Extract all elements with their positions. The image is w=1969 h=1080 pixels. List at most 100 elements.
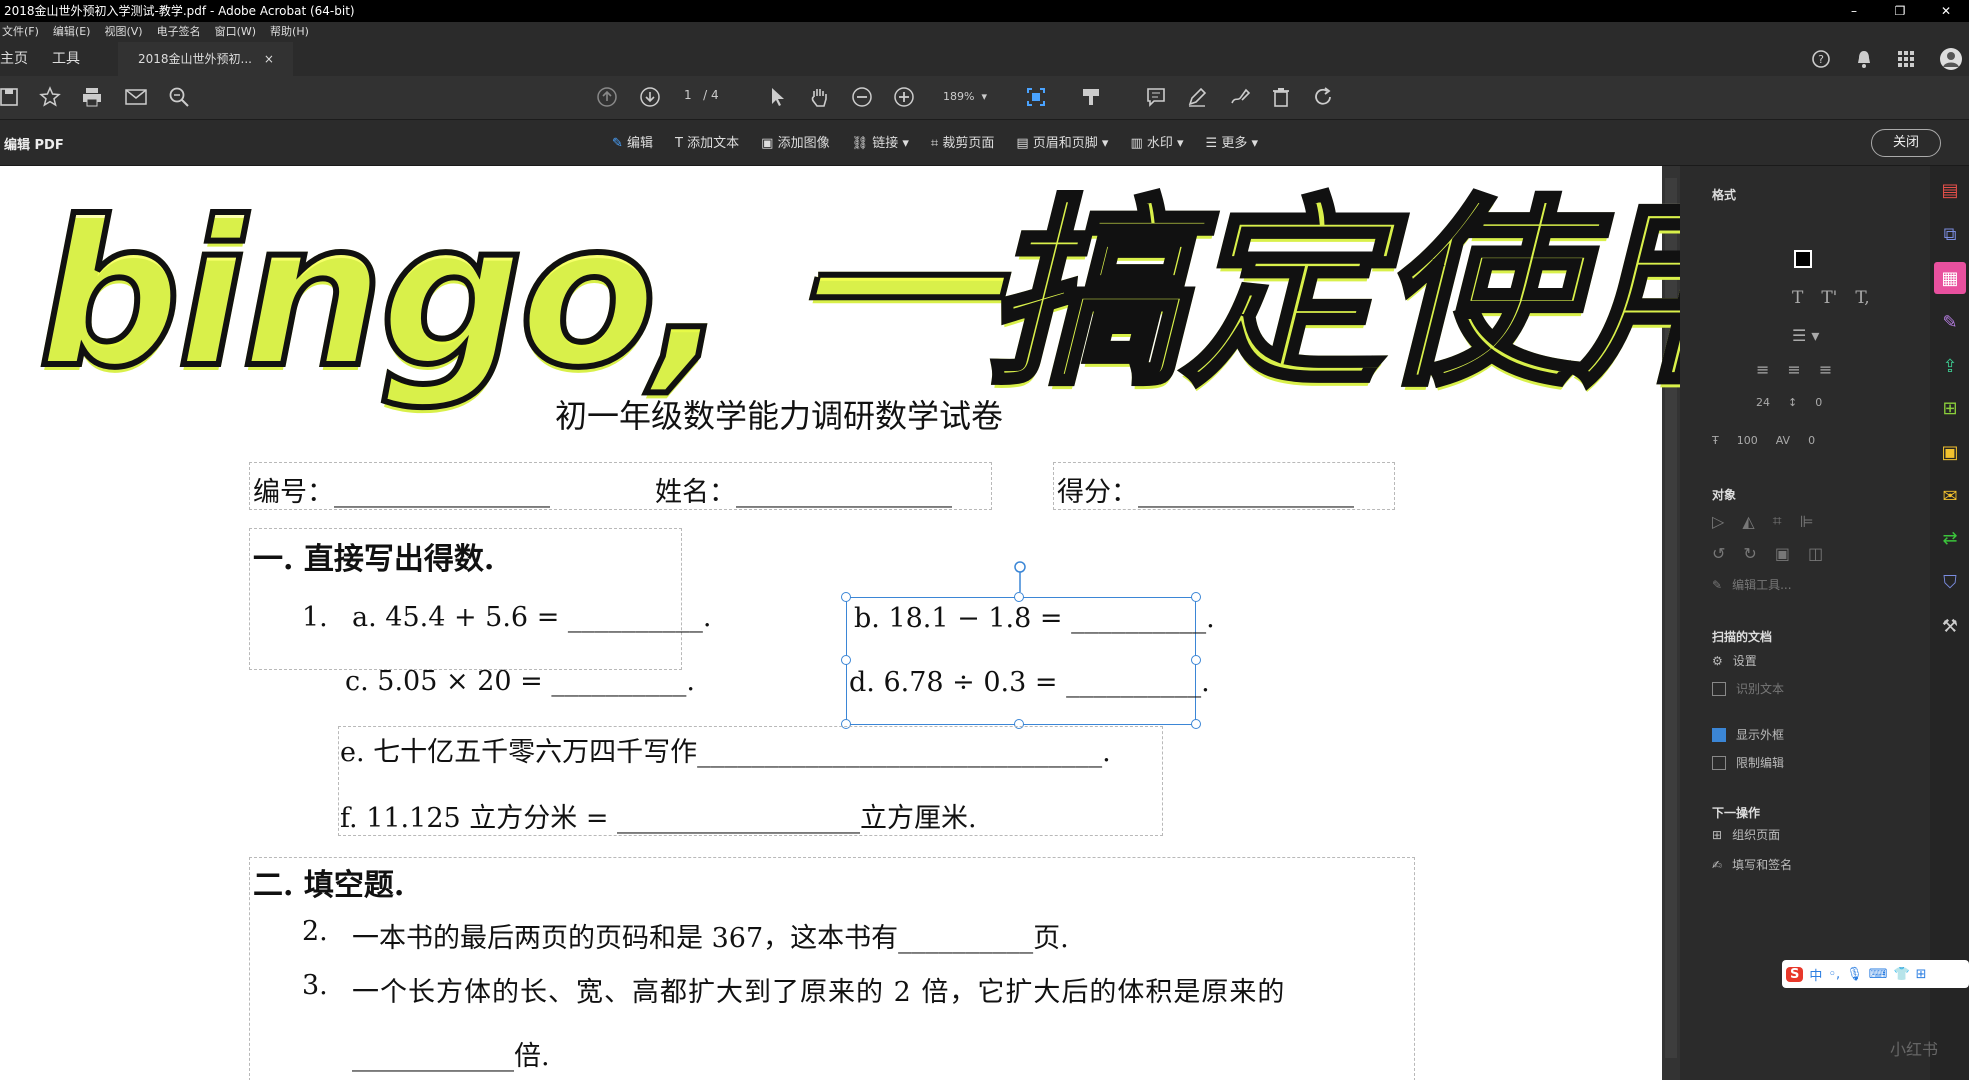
close-edit-button[interactable]: 关闭 bbox=[1871, 129, 1941, 157]
page-current[interactable]: 1 bbox=[684, 88, 692, 102]
comment-tool-icon[interactable]: ✉ bbox=[1938, 484, 1962, 508]
zoom-level[interactable]: 189% ▾ bbox=[943, 90, 987, 103]
create-pdf-icon[interactable]: ▤ bbox=[1938, 178, 1962, 202]
print-icon[interactable] bbox=[79, 84, 105, 110]
zoom-in-icon[interactable] bbox=[891, 84, 917, 110]
section2-heading[interactable]: 二. 填空题. bbox=[253, 860, 404, 904]
replace-image-icon[interactable]: ▣ bbox=[1775, 544, 1790, 563]
ime-logo[interactable]: S bbox=[1786, 966, 1804, 982]
delete-trash-icon[interactable] bbox=[1268, 84, 1294, 110]
text-subscript-icon[interactable]: T, bbox=[1855, 288, 1869, 308]
save-icon[interactable] bbox=[0, 84, 22, 110]
text-normal-icon[interactable]: T bbox=[1792, 288, 1803, 308]
email-icon[interactable] bbox=[123, 84, 149, 110]
numbered-list-icon[interactable]: ☰ ▾ bbox=[1792, 326, 1819, 345]
justify-icon[interactable]: ≡ bbox=[1819, 360, 1832, 379]
q2-text[interactable]: 一本书的最后两页的页码和是 367，这本书有__________页. bbox=[352, 916, 1069, 955]
tab-document[interactable]: 2018金山世外预初... × bbox=[118, 42, 293, 76]
align-objects-icon[interactable]: ⊫ bbox=[1800, 512, 1814, 531]
edit-tool-watermark[interactable]: ▥ 水印 ▾ bbox=[1130, 132, 1183, 151]
text-superscript-icon[interactable]: T' bbox=[1821, 288, 1837, 308]
edit-using-row[interactable]: ✎ 编辑工具... bbox=[1712, 576, 1792, 593]
flip-horizontal-icon[interactable]: ▷ bbox=[1712, 512, 1724, 531]
fit-page-icon[interactable] bbox=[1023, 84, 1049, 110]
organize-icon[interactable]: ⊞ bbox=[1938, 396, 1962, 420]
protect-icon[interactable]: ⛉ bbox=[1938, 570, 1962, 594]
q2-number[interactable]: 2. bbox=[302, 916, 328, 947]
q1a-text[interactable]: a. 45.4 + 5.6 = __________. bbox=[352, 602, 711, 633]
menu-edit[interactable]: 编辑(E) bbox=[53, 22, 91, 42]
maximize-button[interactable]: ❐ bbox=[1877, 0, 1923, 22]
edit-tool-more[interactable]: ☰ 更多 ▾ bbox=[1206, 132, 1258, 151]
q1e-text[interactable]: e. 七十亿五千零六万四千写作_________________________… bbox=[340, 730, 1111, 769]
q3-continuation[interactable]: ____________倍. bbox=[352, 1034, 550, 1073]
settings-row[interactable]: ⚙ 设置 bbox=[1712, 652, 1757, 669]
select-pointer-icon[interactable] bbox=[765, 84, 791, 110]
zoom-out-icon[interactable] bbox=[849, 84, 875, 110]
recognize-text-row[interactable]: 识别文本 bbox=[1712, 680, 1784, 697]
crop-icon[interactable]: ⌗ bbox=[1773, 511, 1782, 531]
apps-grid-icon[interactable] bbox=[1897, 50, 1915, 68]
show-outline-row[interactable]: 显示外框 bbox=[1712, 726, 1784, 743]
q1-number[interactable]: 1. bbox=[302, 602, 328, 633]
edit-tool-add-text[interactable]: T 添加文本 bbox=[675, 132, 739, 151]
field-number[interactable]: 编号：________________ bbox=[253, 470, 550, 509]
edit-tool-link[interactable]: ⛓ 链接 ▾ bbox=[852, 132, 909, 151]
resize-handle-br[interactable] bbox=[1191, 719, 1201, 729]
restrict-edit-checkbox[interactable] bbox=[1712, 755, 1726, 770]
avatar-icon[interactable] bbox=[1939, 47, 1963, 71]
close-window-button[interactable]: ✕ bbox=[1923, 0, 1969, 22]
q1f-text[interactable]: f. 11.125 立方分米 = __________________立方厘米. bbox=[340, 796, 977, 835]
pen-draw-icon[interactable] bbox=[1184, 84, 1210, 110]
enhance-scan-icon[interactable]: ▣ bbox=[1938, 440, 1962, 464]
menu-esign[interactable]: 电子签名 bbox=[157, 22, 201, 42]
fill-sign-row[interactable]: ✍ 填写和签名 bbox=[1712, 856, 1792, 873]
organize-pages-row[interactable]: ⊞ 组织页面 bbox=[1712, 826, 1780, 843]
recognize-text-checkbox[interactable] bbox=[1712, 681, 1726, 696]
combine-files-icon[interactable]: ⧉ bbox=[1938, 222, 1962, 246]
highlight-icon[interactable] bbox=[1078, 84, 1104, 110]
export-pdf-icon[interactable]: ⇪ bbox=[1938, 354, 1962, 378]
tab-close-icon[interactable]: × bbox=[264, 52, 274, 66]
ime-skin-icon[interactable]: 👕 bbox=[1893, 967, 1909, 982]
ime-punct-icon[interactable]: ◦, bbox=[1828, 967, 1840, 982]
sign-icon[interactable] bbox=[1227, 84, 1253, 110]
field-score[interactable]: 得分：________________ bbox=[1057, 470, 1354, 509]
search-icon[interactable] bbox=[166, 84, 192, 110]
menu-view[interactable]: 视图(V) bbox=[104, 22, 142, 42]
char-spacing-value[interactable]: 0 bbox=[1808, 434, 1815, 447]
edit-tool-crop[interactable]: ⌗ 裁剪页面 bbox=[931, 132, 994, 151]
rotate-handle-icon[interactable] bbox=[1012, 560, 1028, 592]
more-tools-icon[interactable]: ⚒ bbox=[1938, 614, 1962, 638]
page-indicator[interactable]: 1 / 4 bbox=[684, 88, 719, 102]
line-spacing-icon[interactable]: ↕ bbox=[1788, 396, 1797, 409]
menu-window[interactable]: 窗口(W) bbox=[215, 22, 256, 42]
resize-handle-tr[interactable] bbox=[1191, 592, 1201, 602]
ime-mic-icon[interactable]: 🎙 bbox=[1846, 967, 1863, 982]
ime-grid-icon[interactable]: ⊞ bbox=[1916, 967, 1927, 982]
char-spacing-icon[interactable]: AV bbox=[1776, 434, 1790, 447]
arrange-icon[interactable]: ◫ bbox=[1808, 544, 1823, 563]
font-color-swatch[interactable] bbox=[1794, 250, 1812, 268]
edit-tool-header-footer[interactable]: ▤ 页眉和页脚 ▾ bbox=[1016, 132, 1108, 151]
selected-text-box[interactable]: b. 18.1 − 1.8 = __________. d. 6.78 ÷ 0.… bbox=[846, 597, 1215, 725]
hand-tool-icon[interactable] bbox=[806, 84, 832, 110]
q1d-text[interactable]: d. 6.78 ÷ 0.3 = __________. bbox=[849, 667, 1210, 698]
q1c-text[interactable]: c. 5.05 × 20 = __________. bbox=[345, 666, 695, 697]
zoom-value[interactable]: 189% bbox=[943, 90, 974, 103]
tab-tools[interactable]: 工具 bbox=[52, 42, 80, 76]
field-name[interactable]: 姓名：________________ bbox=[655, 470, 952, 509]
resize-handle-mr[interactable] bbox=[1191, 655, 1201, 665]
resize-handle-tl[interactable] bbox=[841, 592, 851, 602]
menu-file[interactable]: 文件(F) bbox=[2, 22, 39, 42]
compare-icon[interactable]: ⇄ bbox=[1938, 526, 1962, 550]
line-spacing-value[interactable]: 0 bbox=[1815, 396, 1822, 409]
tab-home[interactable]: 主页 bbox=[0, 42, 28, 76]
q3-text[interactable]: 一个长方体的长、宽、高都扩大到了原来的 2 倍，它扩大后的体积是原来的 bbox=[352, 970, 1285, 1009]
align-right-icon[interactable]: ≡ bbox=[1787, 360, 1800, 379]
flip-vertical-icon[interactable]: ◭ bbox=[1742, 512, 1754, 531]
section1-heading[interactable]: 一. 直接写出得数. bbox=[253, 534, 494, 578]
q3-number[interactable]: 3. bbox=[302, 970, 328, 1001]
help-icon[interactable]: ? bbox=[1811, 49, 1831, 69]
q1b-text[interactable]: b. 18.1 − 1.8 = __________. bbox=[854, 603, 1215, 634]
